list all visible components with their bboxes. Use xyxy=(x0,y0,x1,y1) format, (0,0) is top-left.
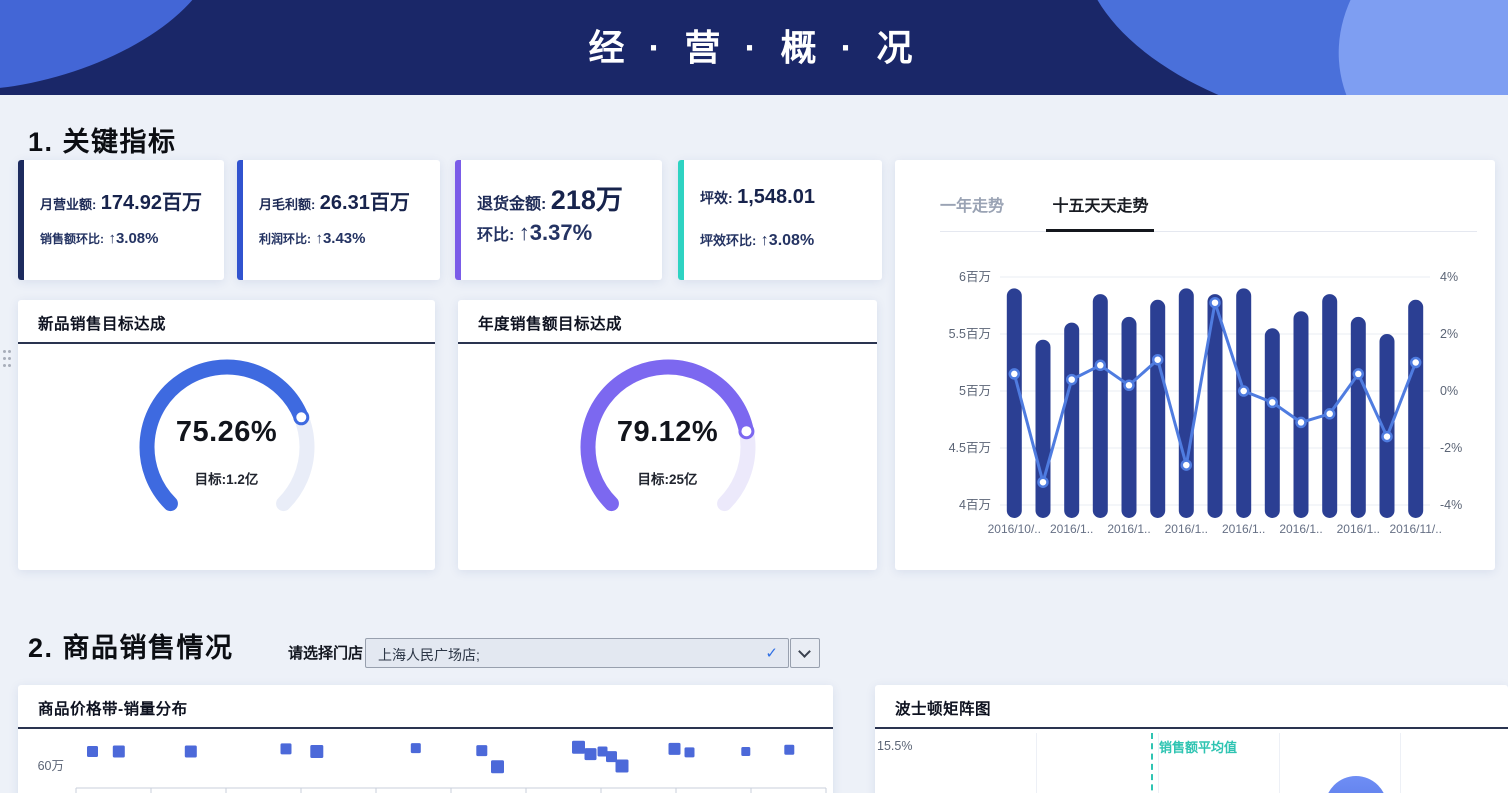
gauge-card-annual-sales-target: 年度销售额目标达成 79.12% 目标:25亿 xyxy=(458,300,877,570)
kpi-sub-value: ↑3.08% xyxy=(108,230,158,247)
kpi-value: 26.31百万 xyxy=(320,192,410,214)
trend-chart-card: 一年走势 十五天天走势 4百万 4.5百万 5百万 5.5百万 6百万 -4% -2% 0% 2… xyxy=(895,160,1495,570)
gauge-card-new-product-target: 新品销售目标达成 75.26% 目标:1.2亿 xyxy=(18,300,435,570)
price-band-scatter-chart xyxy=(68,733,828,793)
kpi-sub-label: 利润环比: xyxy=(259,232,311,246)
section-title-product-sales: 2. 商品销售情况 xyxy=(28,626,234,665)
kpi-accent-bar xyxy=(237,160,243,280)
gridline xyxy=(1279,733,1280,793)
check-icon: ✓ xyxy=(765,644,778,662)
dashboard: 经 · 营 · 概 · 况 1. 关键指标 月营业额: 174.92百万 销售额… xyxy=(0,0,1508,793)
svg-text:4%: 4% xyxy=(1440,270,1458,284)
svg-text:2016/1..: 2016/1.. xyxy=(1050,522,1093,536)
kpi-value: 218万 xyxy=(551,185,623,215)
svg-text:-4%: -4% xyxy=(1440,498,1462,512)
store-select[interactable]: 上海人民广场店; ✓ xyxy=(365,638,789,668)
kpi-accent-bar xyxy=(678,160,684,280)
bubble-datapoint xyxy=(1325,776,1387,793)
card-title: 商品价格带-销量分布 xyxy=(38,697,188,719)
kpi-card-monthly-gross-profit: 月毛利额: 26.31百万 利润环比: ↑3.43% xyxy=(237,160,440,280)
svg-text:6百万: 6百万 xyxy=(959,270,991,284)
drag-handle-icon[interactable] xyxy=(3,350,13,372)
kpi-label: 月毛利额: xyxy=(259,197,315,212)
card-title-rule xyxy=(458,342,877,344)
page-title: 经 · 营 · 概 · 况 xyxy=(0,0,1508,95)
gauge-percent-value: 75.26% xyxy=(18,416,435,449)
boston-matrix-card: 波士顿矩阵图 15.5% 销售额平均值 xyxy=(875,685,1508,793)
kpi-label: 坪效: xyxy=(700,190,733,206)
card-title: 年度销售额目标达成 xyxy=(478,312,622,334)
y-axis-tick: 60万 xyxy=(34,755,64,774)
fifteen-day-trend-chart: 4百万 4.5百万 5百万 5.5百万 6百万 -4% -2% 0% 2% 4% 2016/10/.… xyxy=(925,255,1485,555)
price-band-chart-card: 商品价格带-销量分布 60万 xyxy=(18,685,833,793)
kpi-accent-bar xyxy=(18,160,24,280)
gauge-percent-value: 79.12% xyxy=(458,416,877,449)
svg-text:2%: 2% xyxy=(1440,327,1458,341)
store-select-value: 上海人民广场店; xyxy=(378,645,480,665)
svg-text:2016/1..: 2016/1.. xyxy=(1222,522,1265,536)
gridline xyxy=(1036,733,1037,793)
trend-tabs: 一年走势 十五天天走势 xyxy=(940,192,1477,232)
gauge-chart xyxy=(568,352,768,547)
svg-text:2016/1..: 2016/1.. xyxy=(1337,522,1380,536)
store-select-label: 请选择门店 xyxy=(288,642,363,663)
gridline xyxy=(1400,733,1401,793)
gauge-chart xyxy=(127,352,327,547)
card-title-rule xyxy=(18,342,435,344)
gauge-target-label: 目标:1.2亿 xyxy=(18,468,435,488)
kpi-sub-value: ↑3.43% xyxy=(315,230,365,247)
kpi-sub-value: ↑3.37% xyxy=(519,220,592,245)
tab-one-year-trend[interactable]: 一年走势 xyxy=(940,192,1004,231)
kpi-card-sales-per-area: 坪效: 1,548.01 坪效环比: ↑3.08% xyxy=(678,160,882,280)
svg-text:2016/1..: 2016/1.. xyxy=(1107,522,1150,536)
kpi-accent-bar xyxy=(455,160,461,280)
svg-text:-2%: -2% xyxy=(1440,441,1462,455)
card-title-rule xyxy=(18,727,833,729)
tab-fifteen-day-trend[interactable]: 十五天天走势 xyxy=(1052,192,1148,231)
y-axis-tick: 15.5% xyxy=(877,739,911,753)
boston-matrix-chart: 销售额平均值 xyxy=(915,733,1508,793)
average-reference-line xyxy=(1151,733,1153,793)
card-title: 新品销售目标达成 xyxy=(38,312,166,334)
svg-text:2016/11/..: 2016/11/.. xyxy=(1389,522,1442,536)
kpi-card-monthly-revenue: 月营业额: 174.92百万 销售额环比: ↑3.08% xyxy=(18,160,224,280)
svg-text:4百万: 4百万 xyxy=(959,498,991,512)
kpi-sub-value: ↑3.08% xyxy=(761,232,814,249)
kpi-value: 174.92百万 xyxy=(101,192,202,214)
kpi-sub-label: 环比: xyxy=(477,227,514,244)
svg-text:2016/1..: 2016/1.. xyxy=(1165,522,1208,536)
kpi-label: 退货金额: xyxy=(477,196,546,213)
average-line-label: 销售额平均值 xyxy=(1159,737,1237,756)
svg-text:5.5百万: 5.5百万 xyxy=(949,327,991,341)
svg-text:2016/1..: 2016/1.. xyxy=(1279,522,1322,536)
store-select-dropdown-button[interactable] xyxy=(790,638,820,668)
kpi-card-return-amount: 退货金额: 218万 环比: ↑3.37% xyxy=(455,160,662,280)
kpi-value: 1,548.01 xyxy=(737,186,815,208)
kpi-sub-label: 销售额环比: xyxy=(40,232,104,246)
svg-text:5百万: 5百万 xyxy=(959,384,991,398)
header-banner: 经 · 营 · 概 · 况 xyxy=(0,0,1508,95)
svg-text:0%: 0% xyxy=(1440,384,1458,398)
chevron-down-icon xyxy=(798,645,811,658)
kpi-label: 月营业额: xyxy=(40,197,96,212)
gauge-target-label: 目标:25亿 xyxy=(458,468,877,488)
kpi-sub-label: 坪效环比: xyxy=(700,233,756,248)
svg-text:4.5百万: 4.5百万 xyxy=(949,441,991,455)
card-title: 波士顿矩阵图 xyxy=(895,697,991,719)
card-title-rule xyxy=(875,727,1508,729)
section-title-key-indicators: 1. 关键指标 xyxy=(28,120,177,159)
svg-text:2016/10/..: 2016/10/.. xyxy=(988,522,1041,536)
